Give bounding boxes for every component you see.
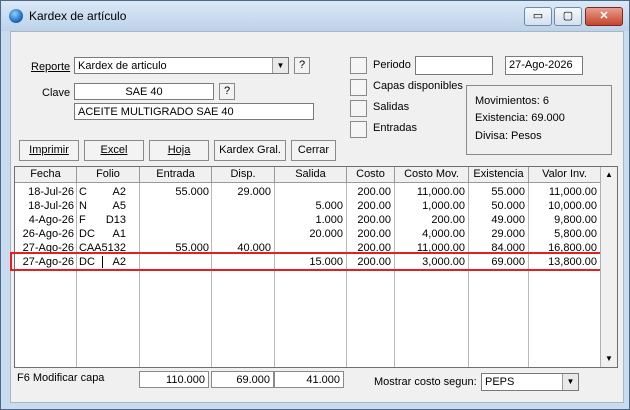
- cell-costo: 200.00: [357, 186, 391, 198]
- descripcion-field: ACEITE MULTIGRADO SAE 40: [74, 103, 314, 120]
- cell-entrada: 55.000: [175, 186, 209, 198]
- info-panel: Movimientos: 6 Existencia: 69.000 Divisa…: [466, 85, 612, 155]
- col-folio-header[interactable]: Folio: [77, 167, 140, 183]
- cell-tipo: C: [79, 186, 87, 198]
- cell-folio: D13: [105, 214, 126, 226]
- col-existencia-header[interactable]: Existencia: [469, 167, 529, 183]
- kardex-gral-button[interactable]: Kardex Gral.: [214, 140, 286, 161]
- table-row[interactable]: 4-Ago-26 F D13 1.000 200.00 200.00 49.000 9,800…: [15, 213, 601, 227]
- reporte-select[interactable]: Kardex de articulo ▼: [74, 57, 289, 74]
- excel-button[interactable]: Excel: [84, 140, 144, 161]
- cell-costo-mov: 1,000.00: [422, 200, 465, 212]
- hoja-button[interactable]: Hoja: [149, 140, 209, 161]
- cell-salida: 20.000: [309, 228, 343, 240]
- clave-input[interactable]: SAE 40: [74, 83, 214, 100]
- reporte-value: Kardex de articulo: [78, 60, 167, 72]
- col-entrada-header[interactable]: Entrada: [140, 167, 212, 183]
- cell-tipo: DC: [79, 228, 95, 240]
- vertical-scrollbar[interactable]: ▲ ▼: [600, 167, 617, 367]
- table-row[interactable]: 18-Jul-26 N A5 5.000 200.00 1,000.00 50.000 10,…: [15, 199, 601, 213]
- total-entrada: 110.000: [139, 371, 209, 388]
- col-valor-header[interactable]: Valor Inv.: [529, 167, 601, 183]
- cell-salida: 1.000: [315, 214, 343, 226]
- cell-disp: 29.000: [237, 186, 271, 198]
- periodo-to-input[interactable]: 27-Ago-2026: [505, 56, 583, 75]
- capas-checkbox[interactable]: [350, 79, 367, 96]
- maximize-button[interactable]: ▢: [554, 7, 582, 26]
- client-area: Reporte Kardex de articulo ▼ ? Clave SAE…: [10, 31, 624, 403]
- reporte-label: Reporte: [31, 61, 71, 73]
- mostrar-costo-label: Mostrar costo segun:: [374, 376, 477, 388]
- cell-tipo: F: [79, 214, 86, 226]
- total-salida: 41.000: [274, 371, 344, 388]
- cell-valor: 10,000.00: [548, 200, 597, 212]
- kardex-table[interactable]: Fecha Folio Entrada Disp. Salida Costo C…: [10, 166, 618, 368]
- title-bar: Kardex de artículo ▭ ▢ ✕: [1, 1, 629, 31]
- cell-folio: A1: [112, 228, 126, 240]
- cerrar-button[interactable]: Cerrar: [291, 140, 336, 161]
- cell-folio: A2: [112, 186, 126, 198]
- cell-fecha: 18-Jul-26: [28, 200, 74, 212]
- col-salida-header[interactable]: Salida: [275, 167, 347, 183]
- col-costo-mov-header[interactable]: Costo Mov.: [395, 167, 469, 183]
- col-costo-header[interactable]: Costo: [347, 167, 395, 183]
- periodo-label: Periodo: [373, 59, 411, 71]
- kardex-window: Kardex de artículo ▭ ▢ ✕ Reporte Kardex …: [0, 0, 630, 410]
- cell-fecha: 26-Ago-26: [22, 228, 74, 240]
- periodo-checkbox[interactable]: [350, 57, 367, 74]
- imprimir-button[interactable]: Imprimir: [19, 140, 79, 161]
- cell-valor: 11,000.00: [548, 186, 597, 198]
- cell-existencia: 50.000: [491, 200, 525, 212]
- cell-costo-mov: 11,000.00: [416, 186, 465, 198]
- app-icon: [9, 9, 23, 23]
- window-title: Kardex de artículo: [29, 9, 127, 23]
- clave-help-button[interactable]: ?: [219, 83, 235, 100]
- cell-folio: A5: [112, 200, 126, 212]
- cell-existencia: 49.000: [491, 214, 525, 226]
- cell-existencia: 55.000: [491, 186, 525, 198]
- cell-costo: 200.00: [357, 228, 391, 240]
- up-arrow-icon[interactable]: ▲: [601, 167, 617, 183]
- periodo-from-input[interactable]: [415, 56, 493, 75]
- table-row[interactable]: 26-Ago-26 DC A1 20.000 200.00 4,000.00 29.000 5…: [15, 227, 601, 241]
- movimientos-text: Movimientos: 6: [475, 95, 549, 107]
- selected-row-highlight: [10, 252, 602, 271]
- capas-label: Capas disponibles: [373, 80, 463, 92]
- cell-existencia: 29.000: [491, 228, 525, 240]
- maximize-icon: ▢: [562, 10, 574, 22]
- close-button[interactable]: ✕: [585, 7, 623, 26]
- cell-costo-mov: 4,000.00: [422, 228, 465, 240]
- costo-method-value: PEPS: [485, 376, 515, 388]
- cell-salida: 5.000: [315, 200, 343, 212]
- entradas-label: Entradas: [373, 122, 418, 134]
- divisa-text: Divisa: Pesos: [475, 130, 542, 142]
- minimize-button[interactable]: ▭: [524, 7, 552, 26]
- col-fecha-header[interactable]: Fecha: [15, 167, 77, 183]
- col-disp-header[interactable]: Disp.: [212, 167, 275, 183]
- cell-valor: 9,800.00: [554, 214, 597, 226]
- costo-method-select[interactable]: PEPS ▼: [481, 373, 579, 391]
- cell-fecha: 18-Jul-26: [28, 186, 74, 198]
- cell-tipo: N: [79, 200, 87, 212]
- chevron-down-icon[interactable]: ▼: [562, 374, 578, 390]
- total-disp: 69.000: [211, 371, 274, 388]
- existencia-text: Existencia: 69.000: [475, 112, 565, 124]
- minimize-icon: ▭: [532, 10, 544, 22]
- f6-hint: F6 Modificar capa: [17, 372, 105, 384]
- chevron-down-icon[interactable]: ▼: [272, 58, 288, 73]
- entradas-checkbox[interactable]: [350, 121, 367, 138]
- down-arrow-icon[interactable]: ▼: [601, 351, 617, 367]
- cell-costo: 200.00: [357, 214, 391, 226]
- salidas-label: Salidas: [373, 101, 410, 113]
- salidas-checkbox[interactable]: [350, 100, 367, 117]
- cell-costo: 200.00: [357, 200, 391, 212]
- clave-label: Clave: [42, 87, 71, 99]
- table-row[interactable]: 18-Jul-26 C A2 55.000 29.000 200.00 11,000.00 5…: [15, 185, 601, 199]
- cell-valor: 5,800.00: [554, 228, 597, 240]
- reporte-help-button[interactable]: ?: [294, 57, 310, 74]
- cell-costo-mov: 200.00: [431, 214, 465, 226]
- cell-fecha: 4-Ago-26: [28, 214, 74, 226]
- close-icon: ✕: [599, 10, 609, 22]
